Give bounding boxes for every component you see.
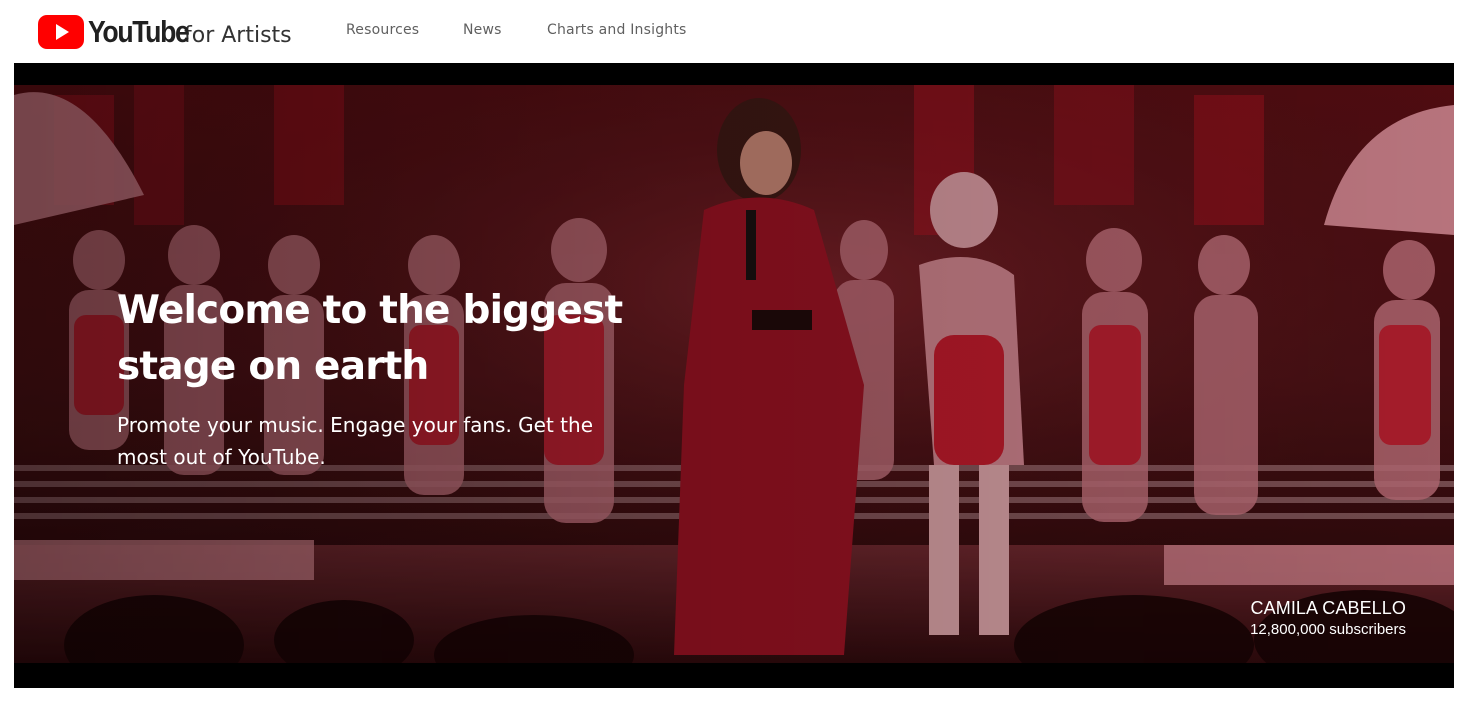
site-header: YouTube for Artists Resources News Chart… bbox=[0, 0, 1484, 62]
artist-credit: CAMILA CABELLO 12,800,000 subscribers bbox=[1250, 597, 1406, 641]
hero-title: Welcome to the biggest stage on earth bbox=[117, 288, 623, 389]
artist-name: CAMILA CABELLO bbox=[1250, 598, 1406, 618]
hero-video[interactable]: Welcome to the biggest stage on earth Pr… bbox=[14, 63, 1454, 688]
nav-item-resources[interactable]: Resources bbox=[346, 22, 419, 38]
nav-item-news[interactable]: News bbox=[463, 22, 502, 38]
youtube-for-artists-logo[interactable]: YouTube for Artists bbox=[38, 12, 292, 52]
youtube-wordmark: YouTube bbox=[88, 14, 190, 49]
subscriber-count: 12,800,000 subscribers bbox=[1250, 621, 1406, 638]
youtube-play-icon bbox=[38, 15, 84, 49]
nav-item-charts-and-insights[interactable]: Charts and Insights bbox=[547, 22, 687, 38]
logo-suffix: for Artists bbox=[184, 22, 292, 48]
hero-subtitle: Promote your music. Engage your fans. Ge… bbox=[117, 413, 594, 469]
